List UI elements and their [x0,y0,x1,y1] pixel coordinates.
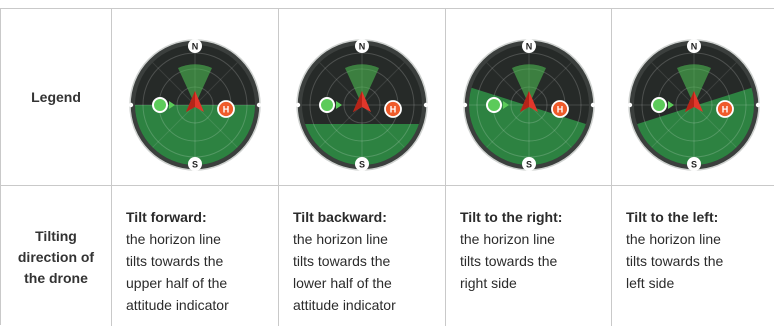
legend-cell-forward: N S H [112,9,279,185]
legend-cell-backward: N S H [279,9,446,185]
attitude-indicator-left-icon: N S H [627,38,761,172]
tilt-right-description: the horizon line tilts towards the right… [460,231,558,291]
legend-row: Legend N S H N S H N S H N S H [1,9,774,186]
tilt-backward-cell: Tilt backward: the horizon line tilts to… [279,186,446,326]
home-point-label: H [390,105,397,115]
north-label: N [192,42,199,52]
attitude-indicator-right-icon: N S H [462,38,596,172]
tilt-forward-title: Tilt forward: [126,209,207,225]
attitude-indicator-backward-icon: N S H [295,38,429,172]
north-label: N [359,42,366,52]
pilot-position-icon [485,97,502,113]
tilt-left-description: the horizon line tilts towards the left … [626,231,724,291]
south-label: S [525,160,531,170]
tilt-right-title: Tilt to the right: [460,209,563,225]
south-label: S [690,160,696,170]
north-label: N [525,42,532,52]
home-point-label: H [223,105,230,115]
tilt-right-cell: Tilt to the right: the horizon line tilt… [446,186,612,326]
tilting-row: Tilting direction of the drone Tilt forw… [1,186,774,326]
pilot-position-icon [152,97,168,113]
tilt-forward-description: the horizon line tilts towards the upper… [126,231,229,313]
pilot-position-icon [650,97,667,113]
tilting-header-cell: Tilting direction of the drone [1,186,112,326]
tilting-direction-label: Tilting direction of the drone [17,228,95,286]
home-point-label: H [721,105,728,115]
legend-label: Legend [31,89,81,105]
attitude-indicator-table: Legend N S H N S H N S H N S H Tilting direction… [0,8,774,326]
north-label: N [690,42,697,52]
tilt-left-cell: Tilt to the left: the horizon line tilts… [612,186,774,326]
attitude-indicator-forward-icon: N S H [128,38,262,172]
legend-cell-left: N S H [612,9,774,185]
pilot-position-icon [319,97,335,113]
tilt-left-title: Tilt to the left: [626,209,719,225]
tilt-backward-title: Tilt backward: [293,209,387,225]
tilt-backward-description: the horizon line tilts towards the lower… [293,231,396,313]
home-point-label: H [556,105,563,115]
south-label: S [192,160,198,170]
tilt-forward-cell: Tilt forward: the horizon line tilts tow… [112,186,279,326]
legend-cell-right: N S H [446,9,612,185]
south-label: S [359,160,365,170]
legend-header-cell: Legend [1,9,112,185]
